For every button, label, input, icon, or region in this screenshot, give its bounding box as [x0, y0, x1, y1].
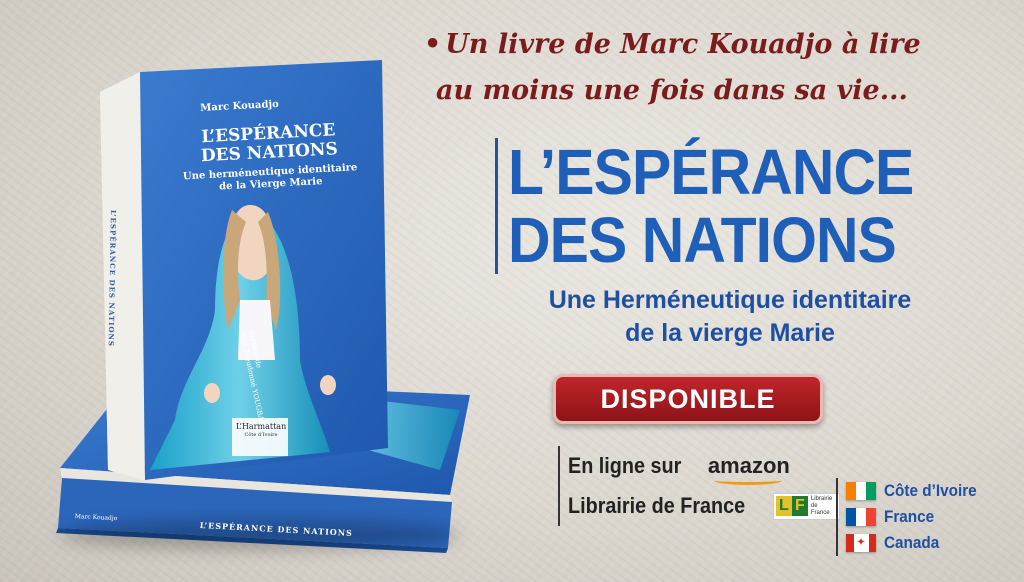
- disponible-badge: DISPONIBLE: [553, 374, 823, 424]
- main-title-line1: L’ESPÉRANCE: [508, 136, 914, 208]
- librairie-de-france-logo: L F Librairie de France: [772, 492, 840, 520]
- bookstore-row: Librairie de France L F Librairie de Fra…: [558, 486, 840, 526]
- book-publisher: L’Harmattan Côte d’Ivoire: [236, 422, 286, 440]
- book-image: Marc Kouadjo L’ESPÉRANCE DES NATIONS Une…: [0, 0, 470, 582]
- subtitle: Une Herméneutique identitaire de la vier…: [500, 284, 960, 350]
- book-publisher-name: L’Harmattan: [236, 422, 287, 431]
- country-item: ✦ Canada: [846, 530, 987, 556]
- bullet-icon: •: [424, 29, 442, 60]
- subtitle-line1: Une Herméneutique identitaire: [548, 286, 912, 314]
- lf-logo-letter-l: L: [775, 496, 792, 516]
- book-publisher-sub: Côte d’Ivoire: [244, 432, 278, 438]
- tagline-line2: au moins une fois dans sa vie...: [436, 75, 908, 106]
- availability-block: En ligne sur amazon Librairie de France …: [558, 446, 840, 526]
- subtitle-line2: de la vierge Marie: [625, 319, 835, 347]
- online-label: En ligne sur: [568, 453, 682, 478]
- country-name: Côte d’Ivoire: [884, 481, 977, 500]
- title-block: L’ESPÉRANCE DES NATIONS: [495, 138, 975, 274]
- canada-flag-icon: ✦: [846, 534, 876, 552]
- amazon-logo: amazon: [708, 453, 790, 485]
- country-item: Côte d’Ivoire: [846, 478, 987, 504]
- cote-divoire-flag-icon: [846, 482, 876, 500]
- lf-logo-text: Librairie de France: [810, 495, 833, 516]
- countries-list: Côte d’Ivoire France ✦ Canada: [836, 478, 987, 556]
- online-row: En ligne sur amazon: [558, 446, 828, 486]
- main-title-line2: DES NATIONS: [508, 204, 897, 276]
- country-item: France: [846, 504, 987, 530]
- tagline: • Un livre de Marc Kouadjo à lire au moin…: [420, 22, 980, 114]
- book-illustration: [56, 60, 470, 553]
- country-name: Canada: [884, 533, 940, 552]
- amazon-smile-icon: [713, 476, 782, 485]
- tagline-line1: • Un livre de Marc Kouadjo à lire: [424, 29, 921, 60]
- bookstore-label: Librairie de France: [568, 493, 746, 518]
- france-flag-icon: [846, 508, 876, 526]
- lf-logo-letter-f: F: [791, 496, 808, 516]
- country-name: France: [884, 507, 935, 526]
